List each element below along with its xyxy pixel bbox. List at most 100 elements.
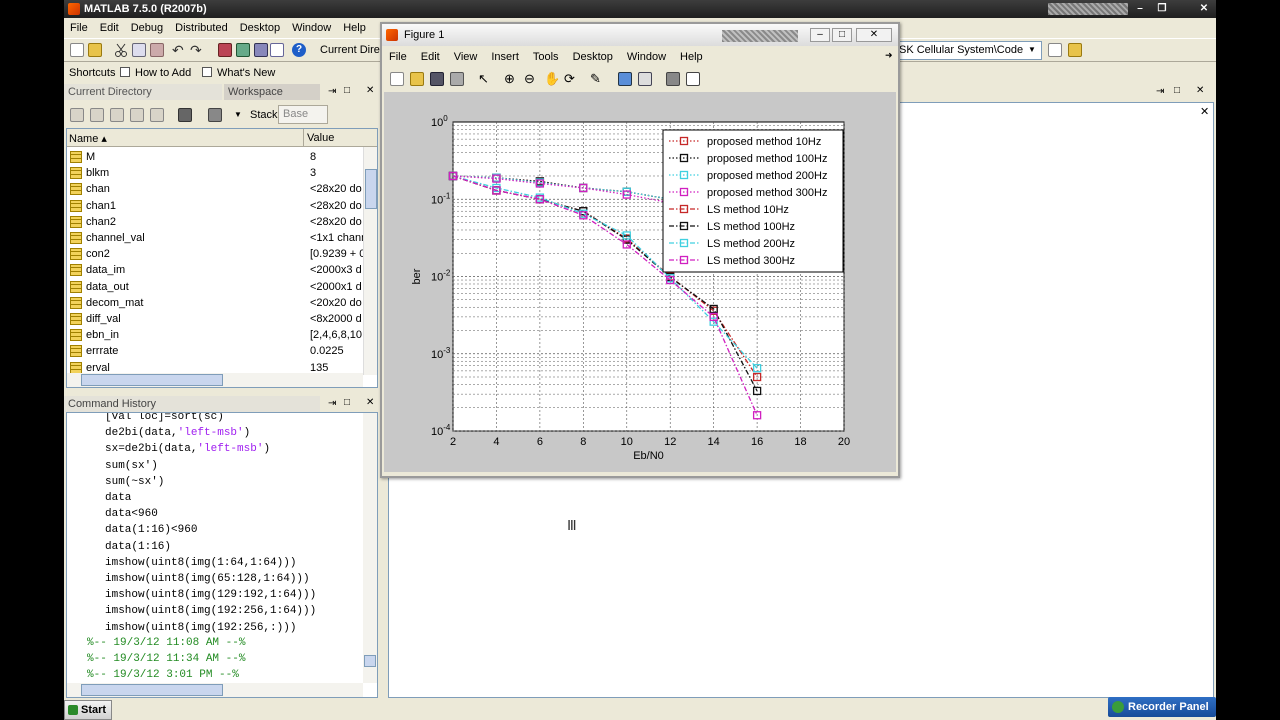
edit-plot-icon[interactable]: ↖ [478,72,492,86]
menu-file[interactable]: File [64,22,94,34]
paste-icon[interactable] [150,43,164,57]
history-entry[interactable]: sum(~sx') [105,474,164,490]
rotate-icon[interactable]: ⟳ [564,72,578,86]
fig-menu-window[interactable]: Window [620,51,673,63]
open-variable-icon[interactable] [90,108,104,122]
tab-workspace[interactable]: Workspace [224,84,320,100]
history-entry[interactable]: imshow(uint8(img(192:256,1:64))) [105,603,316,619]
history-entry[interactable]: data(1:16) [105,539,171,555]
workspace-row[interactable]: data_im <2000x3 d [67,262,372,278]
workspace-row[interactable]: data_out <2000x1 d [67,279,372,295]
history-entry[interactable]: data(1:16)<960 [105,522,197,538]
current-directory-input[interactable]: SK Cellular System\Code [896,41,1042,60]
profiler-icon[interactable] [254,43,268,57]
import-data-icon[interactable] [110,108,124,122]
scroll-thumb[interactable] [365,169,377,209]
chevron-down-icon[interactable]: ▼ [1028,45,1036,54]
workspace-row[interactable]: errrate 0.0225 [67,343,372,359]
scroll-thumb[interactable] [81,374,223,386]
hide-plot-tools-icon[interactable] [666,72,680,86]
open-file-icon[interactable] [410,72,424,86]
close-icon[interactable]: ✕ [1194,2,1214,16]
workspace-row[interactable]: diff_val <8x2000 d [67,311,372,327]
history-entry[interactable]: de2bi(data,'left-msb') [105,425,250,441]
close-panel-icon[interactable]: ✕ [366,85,374,96]
workspace-horizontal-scrollbar[interactable] [67,373,363,387]
maximize-panel-icon[interactable]: □ [1174,85,1180,96]
workspace-row[interactable]: con2 [0.9239 + 0 [67,246,372,262]
history-entry[interactable]: data<960 [105,506,158,522]
history-entry[interactable]: imshow(uint8(img(129:192,1:64))) [105,587,316,603]
history-entry[interactable]: data [105,490,131,506]
menu-help[interactable]: Help [337,22,372,34]
fig-menu-view[interactable]: View [447,51,485,63]
history-entry[interactable]: sum(sx') [105,458,158,474]
maximize-icon[interactable]: □ [832,28,852,42]
menu-edit[interactable]: Edit [94,22,125,34]
zoom-out-icon[interactable]: ⊖ [524,72,538,86]
fig-menu-tools[interactable]: Tools [526,51,566,63]
history-vertical-scrollbar[interactable] [363,413,377,683]
shortcut-how-to-add[interactable]: How to Add [135,67,191,79]
menu-window[interactable]: Window [286,22,337,34]
undo-icon[interactable]: ↶ [172,43,186,57]
new-file-icon[interactable] [70,43,84,57]
close-panel-icon[interactable]: ✕ [1196,85,1204,96]
maximize-icon[interactable]: ❐ [1152,2,1172,16]
save-figure-icon[interactable] [430,72,444,86]
minimize-icon[interactable]: – [810,28,830,42]
minimize-icon[interactable]: – [1130,2,1150,16]
workspace-row[interactable]: channel_val <1x1 chann [67,230,372,246]
workspace-row[interactable]: decom_mat <20x20 do [67,295,372,311]
undock-icon[interactable]: ⇥ [328,86,336,97]
maximize-panel-icon[interactable]: □ [344,85,350,96]
zoom-in-icon[interactable]: ⊕ [504,72,518,86]
start-button[interactable]: Start [64,700,112,720]
new-variable-icon[interactable] [70,108,84,122]
history-entry[interactable]: imshow(uint8(img(1:64,1:64))) [105,555,296,571]
open-folder-icon[interactable] [88,43,102,57]
shortcuts-label[interactable]: Shortcuts [69,67,115,79]
simulink-icon[interactable] [218,43,232,57]
value-column-header[interactable]: Value [307,132,334,144]
show-plot-tools-icon[interactable] [686,72,700,86]
help-icon[interactable]: ? [292,43,306,57]
column-divider[interactable] [303,129,304,147]
dock-arrow-icon[interactable]: ➜ [878,50,900,61]
delete-icon[interactable] [178,108,192,122]
copy-icon[interactable] [132,43,146,57]
tab-current-directory[interactable]: Current Directory [64,84,222,100]
maximize-panel-icon[interactable]: □ [344,397,350,408]
scroll-thumb[interactable] [81,684,223,696]
redo-icon[interactable]: ↷ [190,43,204,57]
stack-select[interactable]: Base [278,105,328,124]
new-figure-icon[interactable] [390,72,404,86]
recorder-panel-button[interactable]: Recorder Panel [1108,697,1216,717]
browse-folder-icon[interactable] [1068,43,1082,57]
workspace-row[interactable]: M8 [67,149,372,165]
menu-debug[interactable]: Debug [125,22,169,34]
fig-menu-desktop[interactable]: Desktop [566,51,620,63]
legend-icon[interactable] [638,72,652,86]
close-icon[interactable]: ✕ [856,28,892,42]
data-cursor-icon[interactable]: ✎ [590,72,604,86]
history-horizontal-scrollbar[interactable] [67,683,363,697]
workspace-row[interactable]: ebn_in [2,4,6,8,10 [67,327,372,343]
fig-menu-help[interactable]: Help [673,51,710,63]
fig-menu-file[interactable]: File [382,51,414,63]
plot-select-icon[interactable] [208,108,222,122]
close-panel-icon[interactable]: ✕ [366,397,374,408]
colorbar-icon[interactable] [618,72,632,86]
cut-icon[interactable] [114,43,128,57]
chevron-down-icon[interactable]: ▼ [234,110,242,119]
workspace-row[interactable]: chan2 <28x20 do [67,214,372,230]
name-column-header[interactable]: Name ▴ [69,132,107,145]
print-figure-icon[interactable] [450,72,464,86]
scroll-thumb[interactable] [364,655,376,667]
shortcut-whats-new[interactable]: What's New [217,67,275,79]
close-icon[interactable]: ✕ [1200,105,1209,118]
dots-browse-icon[interactable] [1048,43,1062,57]
print-icon[interactable] [150,108,164,122]
fig-menu-insert[interactable]: Insert [484,51,526,63]
fig-menu-edit[interactable]: Edit [414,51,447,63]
